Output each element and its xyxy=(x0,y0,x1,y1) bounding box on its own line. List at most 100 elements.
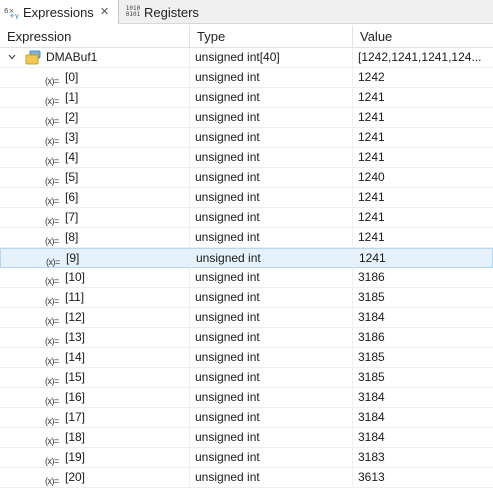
expression-cell: (x)= [11] xyxy=(0,288,189,307)
column-divider xyxy=(352,108,353,128)
tab-registers[interactable]: 1010 0101 Registers xyxy=(121,0,211,24)
tab-registers-label: Registers xyxy=(144,4,199,20)
expression-row[interactable]: (x)= [18] unsigned int 3184 xyxy=(0,428,493,448)
expression-cell: (x)= [16] xyxy=(0,388,189,407)
column-header-expression[interactable]: Expression xyxy=(0,26,189,48)
tab-expressions-label: Expressions xyxy=(23,4,94,20)
value-cell[interactable]: 1242 xyxy=(358,68,488,87)
expression-row[interactable]: (x)= [19] unsigned int 3183 xyxy=(0,448,493,468)
column-divider xyxy=(189,408,190,428)
type-cell: unsigned int xyxy=(195,330,260,344)
column-divider xyxy=(352,308,353,328)
value-cell[interactable]: 1241 xyxy=(358,208,488,227)
value-cell[interactable]: 3184 xyxy=(358,428,488,447)
value-cell[interactable]: 1241 xyxy=(358,108,488,127)
expression-name: [7] xyxy=(65,210,79,224)
column-divider xyxy=(189,348,190,368)
variable-icon: (x)= xyxy=(45,336,59,346)
expression-row[interactable]: (x)= [10] unsigned int 3186 xyxy=(0,268,493,288)
column-divider xyxy=(352,48,353,68)
expression-row[interactable]: (x)= [9] unsigned int 1241 xyxy=(0,248,493,269)
expression-row[interactable]: (x)= [20] unsigned int 3613 xyxy=(0,468,493,488)
close-icon[interactable]: ✕ xyxy=(100,6,109,18)
expression-row[interactable]: (x)= [6] unsigned int 1241 xyxy=(0,188,493,208)
expression-row[interactable]: (x)= [4] unsigned int 1241 xyxy=(0,148,493,168)
value-cell[interactable]: 3185 xyxy=(358,348,488,367)
type-cell: unsigned int xyxy=(195,130,260,144)
value-cell[interactable]: 1241 xyxy=(358,128,488,147)
expression-row[interactable]: (x)= [14] unsigned int 3185 xyxy=(0,348,493,368)
variable-icon: (x)= xyxy=(45,296,59,306)
variable-icon: (x)= xyxy=(45,396,59,406)
column-divider xyxy=(352,188,353,208)
expression-row[interactable]: (x)= [11] unsigned int 3185 xyxy=(0,288,493,308)
expression-cell: (x)= [17] xyxy=(0,408,189,427)
variable-icon: (x)= xyxy=(46,257,60,267)
column-divider xyxy=(352,68,353,88)
expression-cell: (x)= [10] xyxy=(0,268,189,287)
value-cell[interactable]: 1241 xyxy=(358,88,488,107)
value-cell[interactable]: 3183 xyxy=(358,448,488,467)
column-divider xyxy=(352,388,353,408)
expression-row[interactable]: (x)= [3] unsigned int 1241 xyxy=(0,128,493,148)
value-cell[interactable]: 1240 xyxy=(358,168,488,187)
column-divider xyxy=(352,228,353,248)
column-divider xyxy=(189,368,190,388)
type-cell: unsigned int xyxy=(195,170,260,184)
expression-name: [15] xyxy=(65,370,86,384)
registers-binary-icon: 1010 0101 xyxy=(125,5,141,19)
expression-name: [11] xyxy=(65,290,85,304)
expression-cell: (x)= [0] xyxy=(0,68,189,87)
variable-icon: (x)= xyxy=(45,176,59,186)
expression-name: [5] xyxy=(65,170,79,184)
expressions-tree: DMABuf1 unsigned int[40] [1242,1241,1241… xyxy=(0,48,493,488)
value-cell[interactable]: [1242,1241,1241,124... xyxy=(358,48,488,67)
column-header-value[interactable]: Value xyxy=(353,26,493,48)
column-divider xyxy=(189,48,190,68)
value-cell[interactable]: 3185 xyxy=(358,368,488,387)
expression-row[interactable]: (x)= [0] unsigned int 1242 xyxy=(0,68,493,88)
tab-expressions[interactable]: 6× +y Expressions ✕ xyxy=(0,0,119,24)
registers-icon-line-2: 0101 xyxy=(125,11,141,18)
type-cell: unsigned int xyxy=(195,70,260,84)
value-cell[interactable]: 3184 xyxy=(358,308,488,327)
column-header-type[interactable]: Type xyxy=(190,26,352,48)
expression-row[interactable]: (x)= [1] unsigned int 1241 xyxy=(0,88,493,108)
expression-row[interactable]: (x)= [8] unsigned int 1241 xyxy=(0,228,493,248)
expression-row[interactable]: (x)= [13] unsigned int 3186 xyxy=(0,328,493,348)
expression-row-root[interactable]: DMABuf1 unsigned int[40] [1242,1241,1241… xyxy=(0,48,493,68)
column-divider xyxy=(352,468,353,488)
value-cell[interactable]: 3184 xyxy=(358,388,488,407)
expression-cell: (x)= [13] xyxy=(0,328,189,347)
column-divider xyxy=(190,249,191,269)
expression-row[interactable]: (x)= [2] unsigned int 1241 xyxy=(0,108,493,128)
expression-row[interactable]: (x)= [15] unsigned int 3185 xyxy=(0,368,493,388)
column-divider xyxy=(352,128,353,148)
expression-cell: (x)= [8] xyxy=(0,228,189,247)
value-cell[interactable]: 3186 xyxy=(358,268,488,287)
expression-cell: (x)= [2] xyxy=(0,108,189,127)
variable-icon: (x)= xyxy=(45,436,59,446)
expression-row[interactable]: (x)= [5] unsigned int 1240 xyxy=(0,168,493,188)
variable-icon: (x)= xyxy=(45,316,59,326)
value-cell[interactable]: 1241 xyxy=(359,249,489,268)
expression-row[interactable]: (x)= [17] unsigned int 3184 xyxy=(0,408,493,428)
expression-row[interactable]: (x)= [12] unsigned int 3184 xyxy=(0,308,493,328)
column-divider xyxy=(189,188,190,208)
chevron-down-icon[interactable] xyxy=(8,53,16,61)
value-cell[interactable]: 3185 xyxy=(358,288,488,307)
column-divider xyxy=(189,388,190,408)
value-cell[interactable]: 1241 xyxy=(358,228,488,247)
value-cell[interactable]: 1241 xyxy=(358,148,488,167)
expression-cell: (x)= [20] xyxy=(0,468,189,487)
value-cell[interactable]: 3186 xyxy=(358,328,488,347)
variable-icon: (x)= xyxy=(45,416,59,426)
value-cell[interactable]: 3184 xyxy=(358,408,488,427)
expression-row[interactable]: (x)= [16] unsigned int 3184 xyxy=(0,388,493,408)
value-cell[interactable]: 3613 xyxy=(358,468,488,487)
expression-cell: (x)= [18] xyxy=(0,428,189,447)
value-cell[interactable]: 1241 xyxy=(358,188,488,207)
expression-row[interactable]: (x)= [7] unsigned int 1241 xyxy=(0,208,493,228)
variable-icon: (x)= xyxy=(45,136,59,146)
expression-cell: (x)= [5] xyxy=(0,168,189,187)
